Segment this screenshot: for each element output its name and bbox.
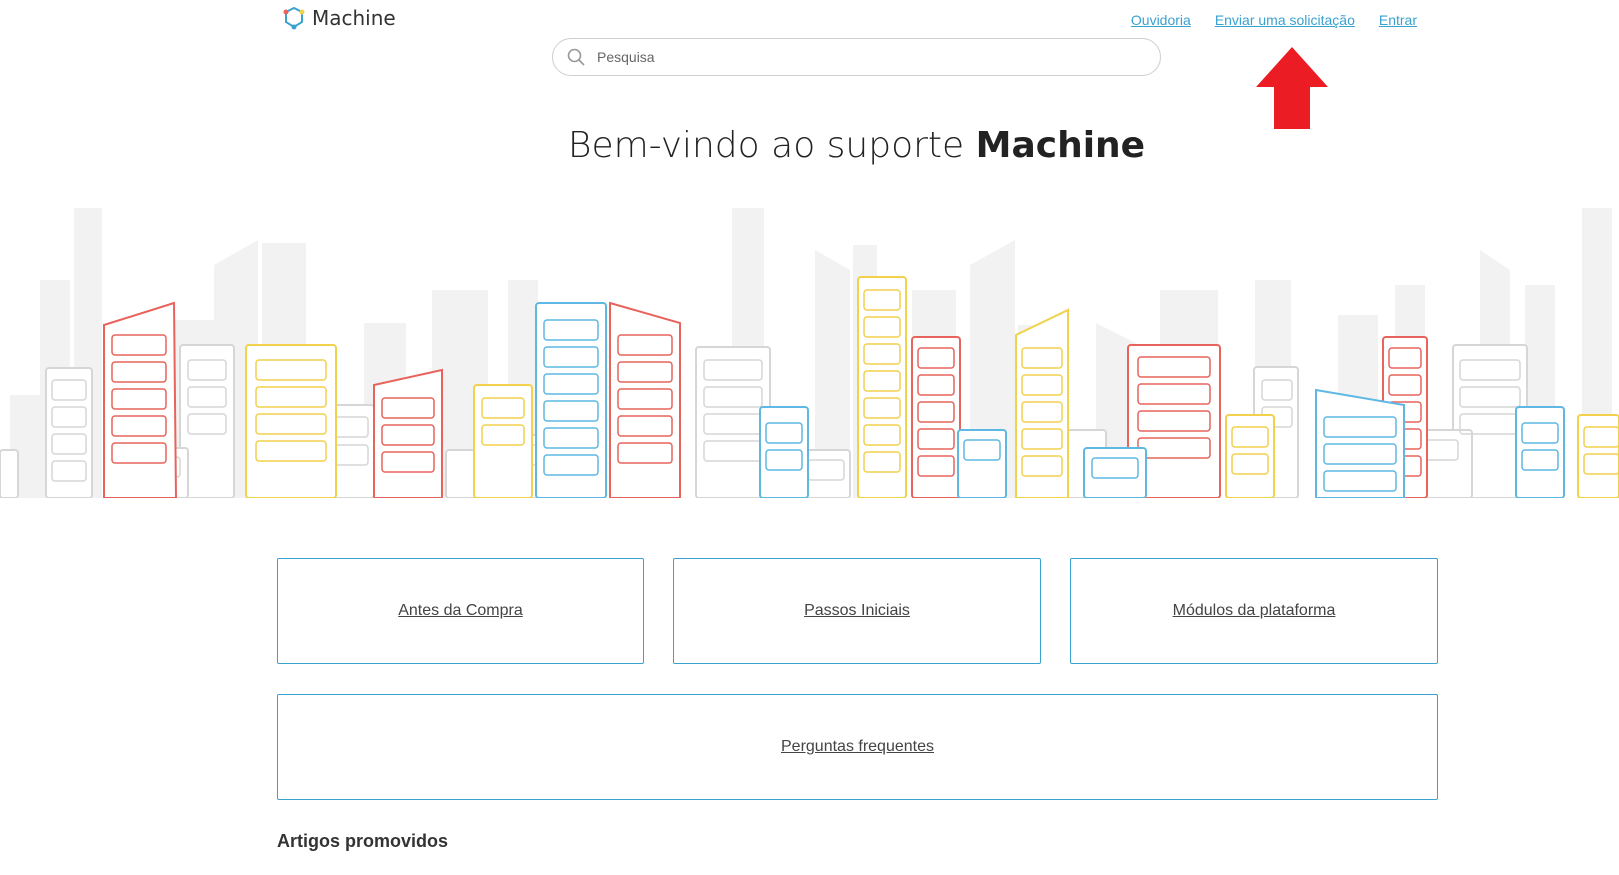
nav-submit-request-link[interactable]: Enviar uma solicitação [1215,12,1355,28]
category-label: Antes da Compra [398,602,523,619]
hero-title-brand: Machine [975,125,1146,166]
logo-text: Machine [312,6,396,30]
category-perguntas-frequentes[interactable]: Perguntas frequentes [277,694,1438,800]
search-input[interactable] [595,48,1160,66]
category-passos-iniciais[interactable]: Passos Iniciais [673,558,1041,664]
category-antes-da-compra[interactable]: Antes da Compra [277,558,644,664]
header: Machine Ouvidoria Enviar uma solicitação… [0,0,1619,90]
hero-title-prefix: Bem-vindo ao suporte [567,125,976,166]
hero-title: Bem-vindo ao suporte Machine [0,125,1619,166]
category-label: Módulos da plataforma [1172,602,1336,619]
category-modulos-da-plataforma[interactable]: Módulos da plataforma [1070,558,1438,664]
machine-logo-icon [283,6,305,30]
nav-ouvidoria-link[interactable]: Ouvidoria [1131,12,1191,28]
promoted-articles-heading: Artigos promovidos [277,831,449,851]
category-label: Perguntas frequentes [781,738,934,755]
search-icon [567,48,585,66]
nav-sign-in-link[interactable]: Entrar [1379,12,1417,28]
category-label: Passos Iniciais [804,602,910,619]
red-arrow-annotation [1256,47,1328,129]
city-skyline-illustration [0,208,1619,498]
top-nav: Ouvidoria Enviar uma solicitação Entrar [1131,12,1417,28]
logo[interactable]: Machine [282,6,396,30]
search-box[interactable] [552,38,1161,76]
